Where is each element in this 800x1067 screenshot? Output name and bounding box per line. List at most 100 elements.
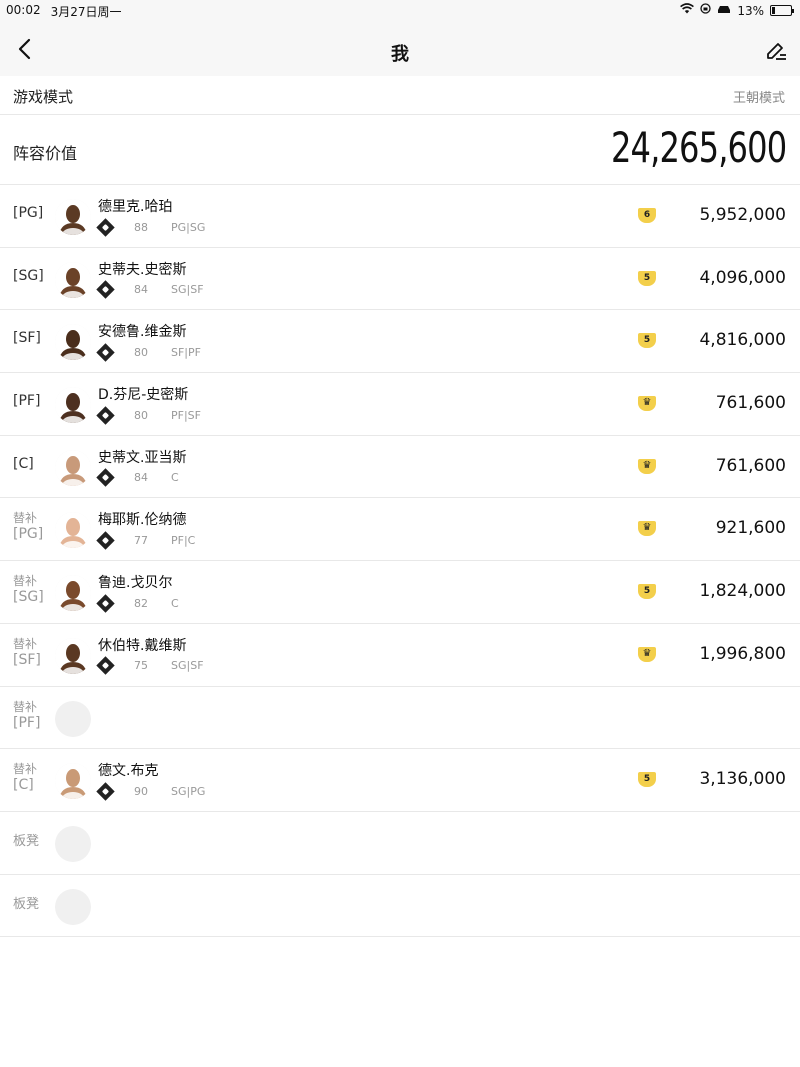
player-avatar: [55, 387, 91, 424]
car-icon: [717, 4, 731, 18]
lineup-value-amount: 24,265,600: [610, 123, 787, 172]
player-name: 德文.布克: [98, 763, 159, 780]
player-list: [PG] 德里克.哈珀 88 PG|SG 6 5,952,000 [SG] 史蒂夫.史密斯 84…: [0, 185, 800, 938]
player-row[interactable]: [PF] D.芬尼-史密斯 80 PF|SF ♛ 761,600: [0, 373, 800, 436]
crown-tier-icon: ♛: [638, 646, 656, 662]
player-overall: 80: [134, 345, 148, 359]
player-row[interactable]: 替补 [SF] 休伯特.戴维斯 75 SG|SF ♛ 1,996,800: [0, 624, 800, 687]
player-row[interactable]: 板凳: [0, 875, 800, 938]
player-avatar: [55, 324, 91, 361]
empty-slot-avatar[interactable]: [55, 700, 91, 737]
slot-label: 替补 [SG]: [13, 573, 44, 605]
player-overall: 84: [134, 283, 148, 297]
tier-badge: 5: [638, 333, 656, 349]
slot-position: [C]: [13, 777, 34, 794]
player-name: 德里克.哈珀: [98, 199, 173, 215]
player-price: 1,996,800: [699, 643, 786, 664]
substitute-tag: 替补: [13, 511, 38, 526]
page-title: 我: [391, 44, 409, 65]
rating-badge-icon: [96, 531, 115, 550]
slot-position: [SG]: [13, 589, 44, 606]
player-positions: C: [171, 471, 179, 485]
player-price: 4,816,000: [699, 330, 786, 351]
player-positions: SG|PG: [171, 784, 206, 798]
empty-slot-avatar[interactable]: [55, 825, 91, 862]
rating-badge-icon: [96, 656, 115, 676]
slot-label: [SF]: [13, 330, 41, 347]
wifi-icon: [680, 3, 695, 18]
player-price: 4,096,000: [699, 267, 786, 288]
player-meta: 75 SG|SF: [96, 656, 204, 676]
edit-icon[interactable]: [764, 40, 788, 64]
player-avatar: [55, 449, 91, 486]
player-row[interactable]: 替补 [PG] 梅耶斯.伦纳德 77 PF|C ♛ 921,600: [0, 498, 800, 562]
player-name: 鲁迪.戈贝尔: [98, 575, 173, 592]
lineup-value-label: 阵容价值: [13, 144, 78, 163]
slot-position: [PF]: [13, 714, 41, 731]
slot-label: 替补 [PG]: [13, 510, 43, 542]
rating-badge-icon: [96, 781, 115, 801]
rating-badge-icon: [96, 217, 115, 237]
player-row[interactable]: 板凳: [0, 812, 800, 875]
crown-tier-icon: ♛: [638, 521, 656, 537]
tier-badge: 5: [638, 584, 656, 600]
player-avatar: [55, 512, 91, 549]
substitute-tag: 替补: [13, 762, 38, 777]
crown-tier-icon: ♛: [638, 396, 656, 412]
player-row[interactable]: 替补 [PF]: [0, 687, 800, 750]
player-row[interactable]: [C] 史蒂文.亚当斯 84 C ♛ 761,600: [0, 436, 800, 499]
slot-label: 板凳: [13, 896, 40, 912]
rating-badge-icon: [96, 405, 115, 425]
player-row[interactable]: [SF] 安德鲁.维金斯 80 SF|PF 5 4,816,000: [0, 310, 800, 374]
status-date: 3月27日周一: [50, 5, 122, 19]
status-time: 00:02: [6, 3, 41, 17]
player-row[interactable]: [SG] 史蒂夫.史密斯 84 SG|SF 5 4,096,000: [0, 248, 800, 311]
player-price: 1,824,000: [699, 581, 786, 602]
slot-label: [SG]: [13, 267, 44, 284]
game-mode-value: 王朝模式: [732, 91, 785, 106]
player-positions: PG|SG: [171, 220, 206, 234]
player-name: 安德鲁.维金斯: [98, 324, 187, 341]
status-bar: 00:02 3月27日周一 13%: [0, 0, 800, 22]
player-overall: 75: [134, 659, 148, 673]
empty-slot-avatar[interactable]: [55, 888, 91, 925]
player-name: 休伯特.戴维斯: [98, 637, 187, 654]
lock-rotation-icon: [700, 3, 711, 18]
player-avatar: [55, 199, 91, 235]
rating-badge-icon: [96, 280, 115, 299]
tier-badge: 6: [638, 208, 656, 223]
player-name: D.芬尼-史密斯: [98, 387, 189, 404]
lineup-value-row: 阵容价值 24,265,600: [0, 115, 800, 185]
slot-label: 板凳: [13, 833, 40, 849]
slot-label: 替补 [PF]: [13, 699, 40, 731]
tier-badge: 5: [638, 772, 656, 788]
player-positions: SF|PF: [171, 345, 201, 359]
game-mode-row[interactable]: 游戏模式 王朝模式: [0, 76, 800, 115]
player-meta: 90 SG|PG: [96, 781, 206, 801]
tier-badge: 5: [638, 270, 656, 286]
player-row[interactable]: 替补 [C] 德文.布克 90 SG|PG 5 3,136,000: [0, 749, 800, 812]
nav-bar: 我: [0, 22, 800, 76]
rating-badge-icon: [96, 343, 115, 362]
player-avatar: [55, 575, 91, 612]
player-overall: 84: [134, 471, 148, 485]
substitute-tag: 替补: [13, 699, 38, 714]
player-row[interactable]: 替补 [SG] 鲁迪.戈贝尔 82 C 5 1,824,000: [0, 561, 800, 624]
player-price: 5,952,000: [699, 205, 786, 225]
slot-label: [C]: [13, 455, 34, 472]
player-positions: SG|SF: [171, 659, 204, 673]
player-meta: 88 PG|SG: [96, 217, 206, 237]
player-overall: 80: [134, 408, 148, 422]
player-overall: 88: [134, 220, 148, 234]
player-name: 史蒂夫.史密斯: [98, 261, 187, 278]
slot-label: [PG]: [13, 205, 44, 221]
player-avatar: [55, 763, 91, 800]
player-price: 761,600: [715, 393, 786, 414]
player-name: 史蒂文.亚当斯: [98, 449, 187, 466]
player-avatar: [55, 261, 91, 298]
slot-label: [PF]: [13, 393, 41, 410]
player-overall: 77: [134, 533, 148, 547]
player-meta: 80 SF|PF: [96, 343, 201, 362]
player-row[interactable]: [PG] 德里克.哈珀 88 PG|SG 6 5,952,000: [0, 185, 800, 248]
player-positions: PF|SF: [171, 408, 201, 422]
